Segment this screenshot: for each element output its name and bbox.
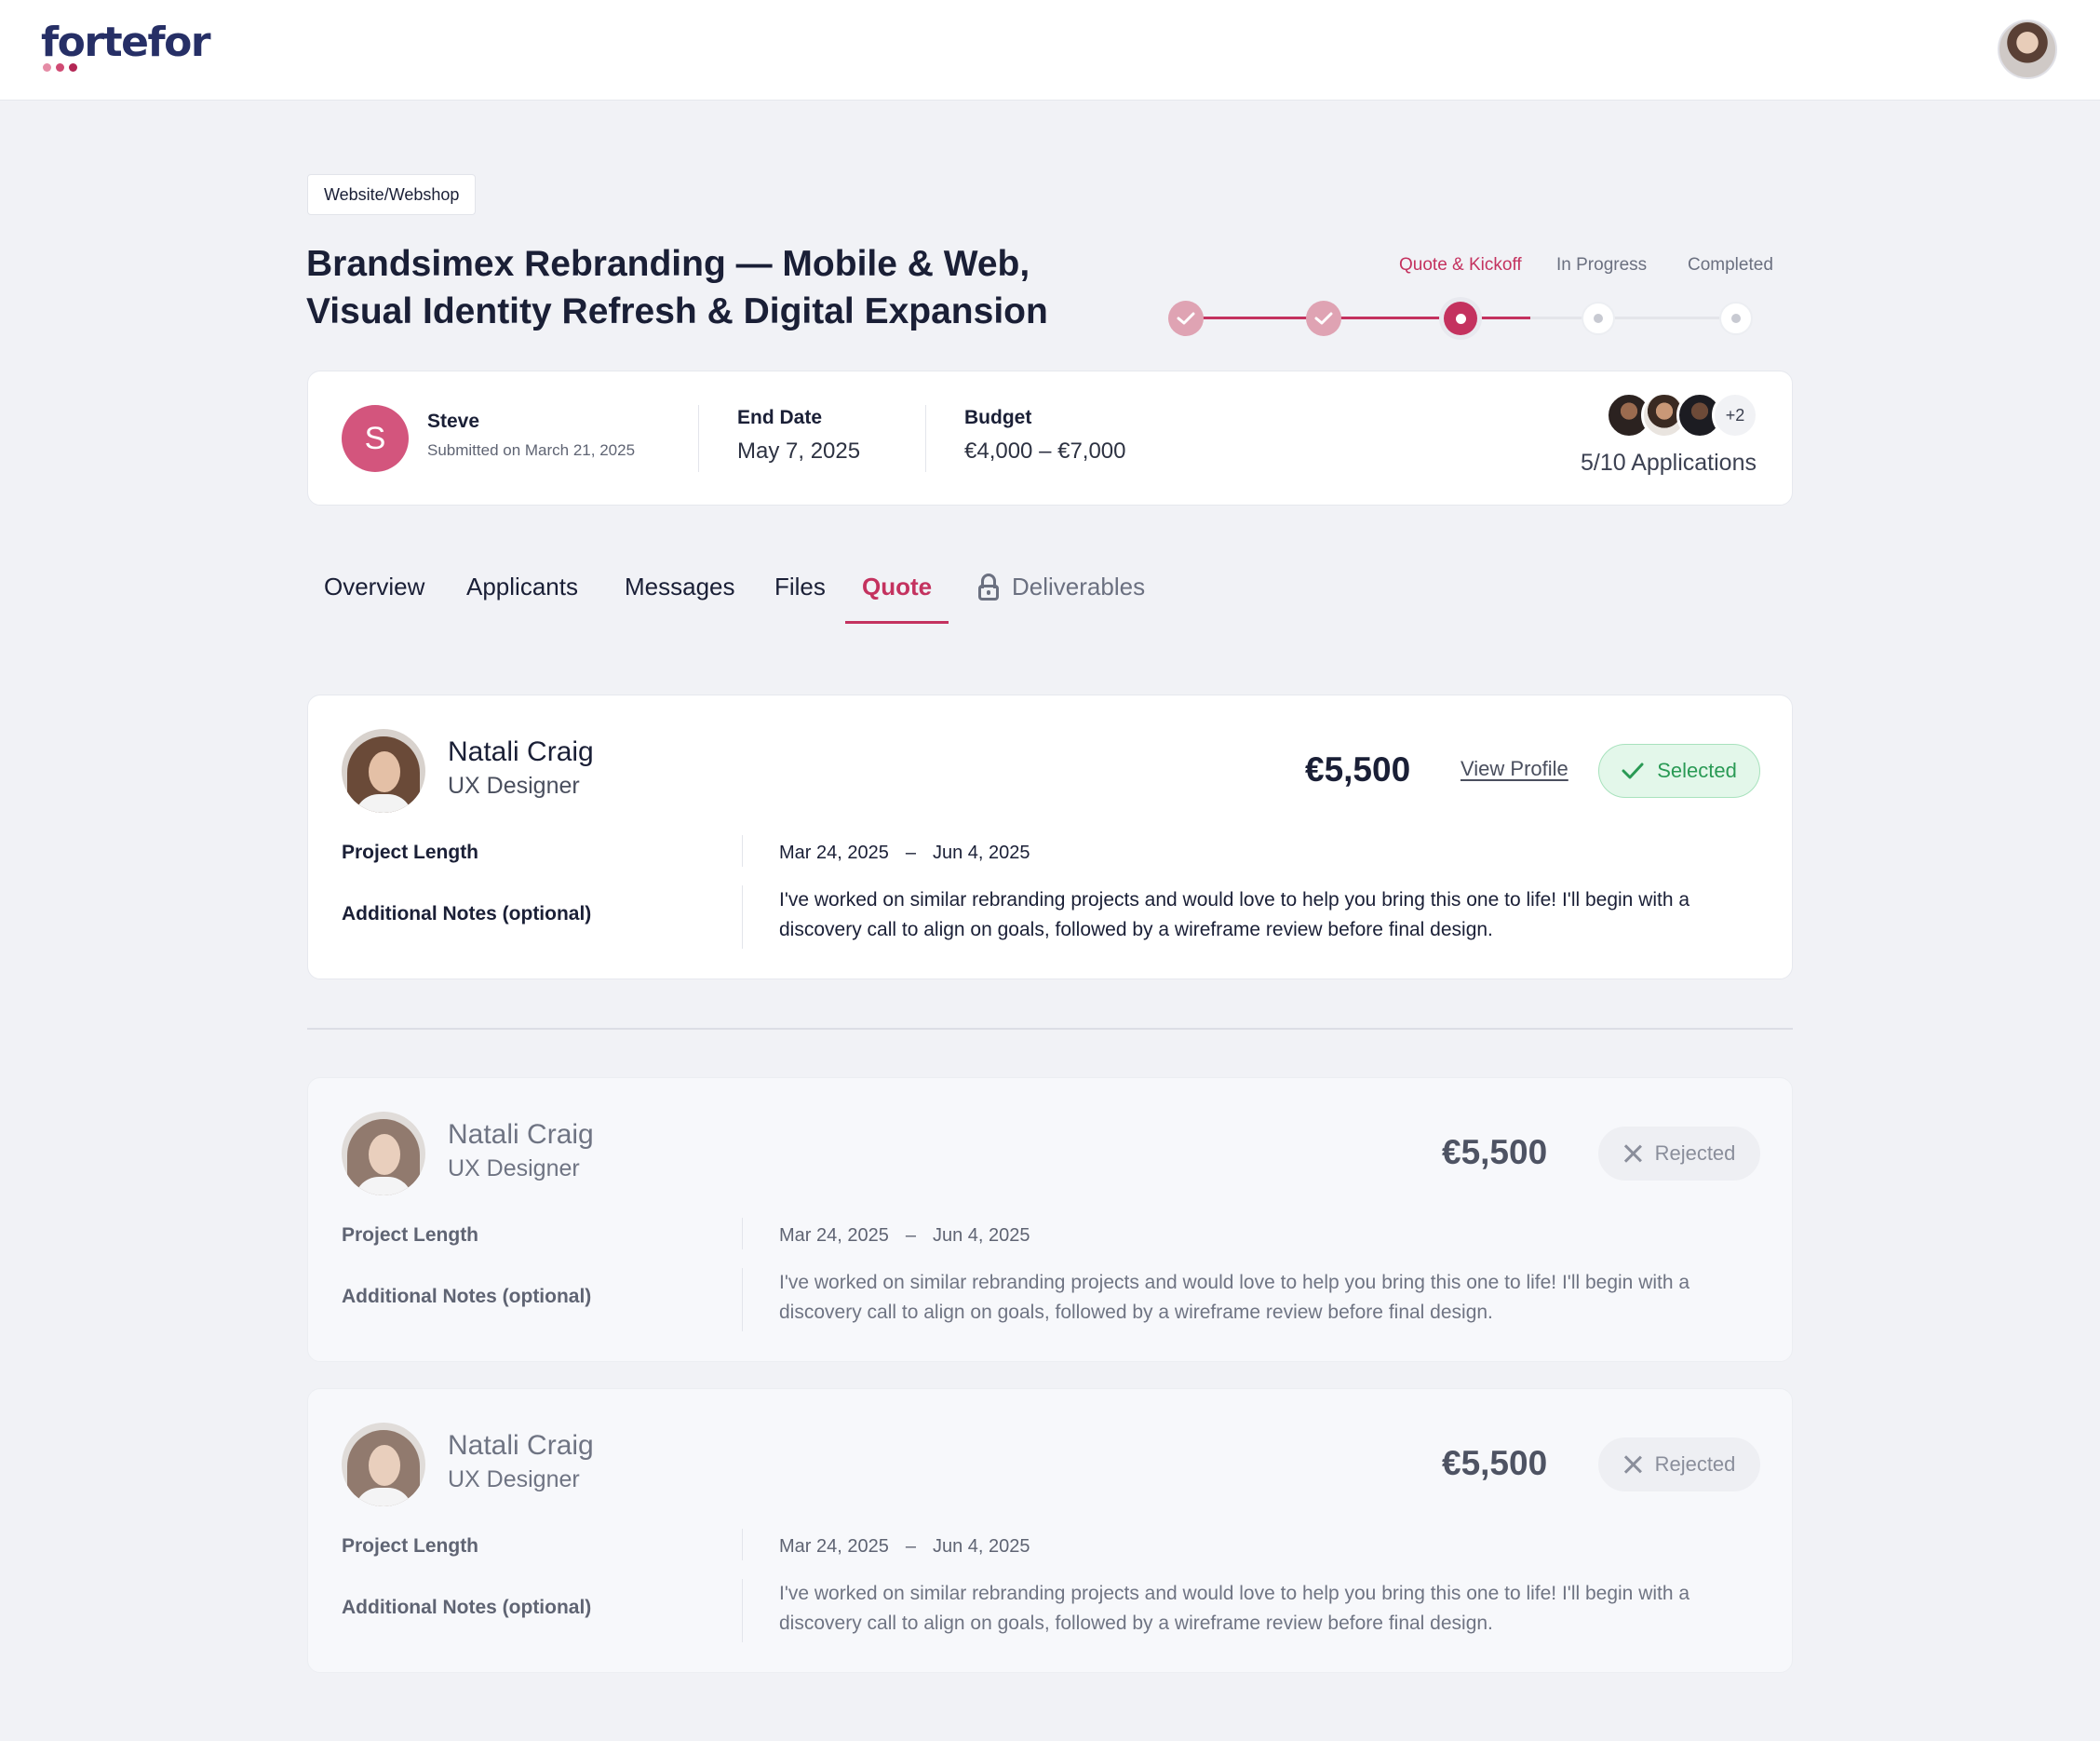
divider — [742, 1268, 743, 1331]
status-badge-rejected: Rejected — [1598, 1437, 1760, 1491]
check-icon — [1314, 312, 1333, 325]
divider — [925, 405, 926, 472]
end-date-value: May 7, 2025 — [737, 439, 861, 464]
section-divider — [307, 1028, 1793, 1030]
date-separator: – — [905, 1536, 916, 1557]
check-icon — [1622, 763, 1644, 779]
project-summary-card: S Steve Submitted on March 21, 2025 End … — [307, 371, 1793, 506]
status-badge-label: Selected — [1657, 759, 1737, 782]
freelancer-name: Natali Craig — [448, 736, 594, 767]
applicant-avatars[interactable]: +2 — [1606, 392, 1760, 440]
tab-files[interactable]: Files — [758, 570, 842, 624]
top-bar: fortefor — [0, 0, 2100, 101]
client-avatar: S — [342, 405, 409, 472]
step-label-quote-kickoff: Quote & Kickoff — [1399, 255, 1522, 275]
step-node-current — [1439, 297, 1482, 340]
notes-label: Additional Notes (optional) — [342, 1286, 592, 1307]
quote-price: €5,500 — [1442, 1444, 1548, 1482]
tab-deliverables-label: Deliverables — [1012, 573, 1146, 601]
project-tabs: Overview Applicants Messages Files Quote… — [307, 570, 1238, 626]
tab-applicants[interactable]: Applicants — [450, 570, 595, 624]
freelancer-role: UX Designer — [448, 1155, 580, 1181]
quote-price: €5,500 — [1305, 750, 1411, 789]
end-date-label: End Date — [737, 407, 823, 428]
lock-icon — [976, 574, 1001, 601]
project-length-dates: Mar 24, 2025 – Jun 4, 2025 — [779, 843, 1030, 864]
progress-labels: Quote & Kickoff In Progress Completed — [0, 255, 2100, 277]
freelancer-name: Natali Craig — [448, 1119, 594, 1150]
start-date: Mar 24, 2025 — [779, 1225, 889, 1246]
project-length-label: Project Length — [342, 1535, 479, 1557]
date-separator: – — [905, 843, 916, 863]
divider — [742, 835, 743, 867]
date-separator: – — [905, 1225, 916, 1246]
divider — [742, 1579, 743, 1642]
status-badge-rejected: Rejected — [1598, 1127, 1760, 1181]
view-profile-link[interactable]: View Profile — [1461, 757, 1568, 781]
notes-label: Additional Notes (optional) — [342, 903, 592, 924]
step-node-upcoming — [1582, 302, 1615, 335]
quote-notes: I've worked on similar rebranding projec… — [779, 889, 1690, 940]
freelancer-avatar — [342, 1112, 425, 1195]
applications-count[interactable]: 5/10 Applications — [1581, 450, 1757, 477]
notes-label: Additional Notes (optional) — [342, 1597, 592, 1618]
step-label-completed: Completed — [1688, 255, 1773, 275]
start-date: Mar 24, 2025 — [779, 843, 889, 863]
project-length-dates: Mar 24, 2025 – Jun 4, 2025 — [779, 1225, 1030, 1247]
quote-card: Natali Craig UX Designer €5,500 View Pro… — [307, 695, 1793, 979]
tab-deliverables[interactable]: Deliverables — [960, 570, 1162, 624]
close-icon — [1623, 1455, 1642, 1474]
close-icon — [1623, 1144, 1642, 1163]
step-node-done — [1306, 301, 1341, 336]
status-badge-label: Rejected — [1654, 1141, 1736, 1165]
freelancer-role: UX Designer — [448, 1466, 580, 1492]
end-date: Jun 4, 2025 — [932, 843, 1030, 863]
quote-notes: I've worked on similar rebranding projec… — [779, 1272, 1690, 1323]
tab-messages[interactable]: Messages — [608, 570, 752, 624]
logo[interactable]: fortefor — [41, 19, 211, 72]
check-icon — [1177, 312, 1195, 325]
client-name: Steve — [427, 411, 480, 432]
divider — [742, 1529, 743, 1560]
divider — [698, 405, 699, 472]
freelancer-name: Natali Craig — [448, 1430, 594, 1461]
freelancer-avatar — [342, 1423, 425, 1506]
user-avatar[interactable] — [1998, 20, 2057, 79]
quote-card: Natali Craig UX Designer €5,500 Rejected… — [307, 1077, 1793, 1362]
project-length-label: Project Length — [342, 1224, 479, 1246]
step-node-done — [1168, 301, 1204, 336]
start-date: Mar 24, 2025 — [779, 1536, 889, 1557]
divider — [742, 1218, 743, 1249]
status-badge-selected[interactable]: Selected — [1598, 744, 1760, 798]
project-length-label: Project Length — [342, 842, 479, 863]
quote-card: Natali Craig UX Designer €5,500 Rejected… — [307, 1388, 1793, 1673]
project-length-dates: Mar 24, 2025 – Jun 4, 2025 — [779, 1536, 1030, 1558]
category-chip: Website/Webshop — [307, 174, 477, 215]
end-date: Jun 4, 2025 — [932, 1225, 1030, 1246]
step-node-upcoming — [1719, 302, 1753, 335]
step-label-in-progress: In Progress — [1556, 255, 1648, 275]
logo-text: fortefor — [41, 19, 211, 66]
budget-value: €4,000 – €7,000 — [964, 439, 1126, 464]
freelancer-avatar — [342, 729, 425, 813]
quote-notes: I've worked on similar rebranding projec… — [779, 1583, 1690, 1634]
status-badge-label: Rejected — [1654, 1452, 1736, 1476]
divider — [742, 885, 743, 949]
submitted-date: Submitted on March 21, 2025 — [427, 441, 636, 459]
budget-label: Budget — [964, 407, 1032, 428]
more-applicants-count: +2 — [1712, 392, 1758, 439]
freelancer-role: UX Designer — [448, 773, 580, 799]
end-date: Jun 4, 2025 — [932, 1536, 1030, 1557]
tab-overview[interactable]: Overview — [307, 570, 441, 624]
quote-price: €5,500 — [1442, 1133, 1548, 1171]
tab-quote[interactable]: Quote — [845, 570, 949, 624]
progress-track-remaining — [1530, 317, 1737, 319]
